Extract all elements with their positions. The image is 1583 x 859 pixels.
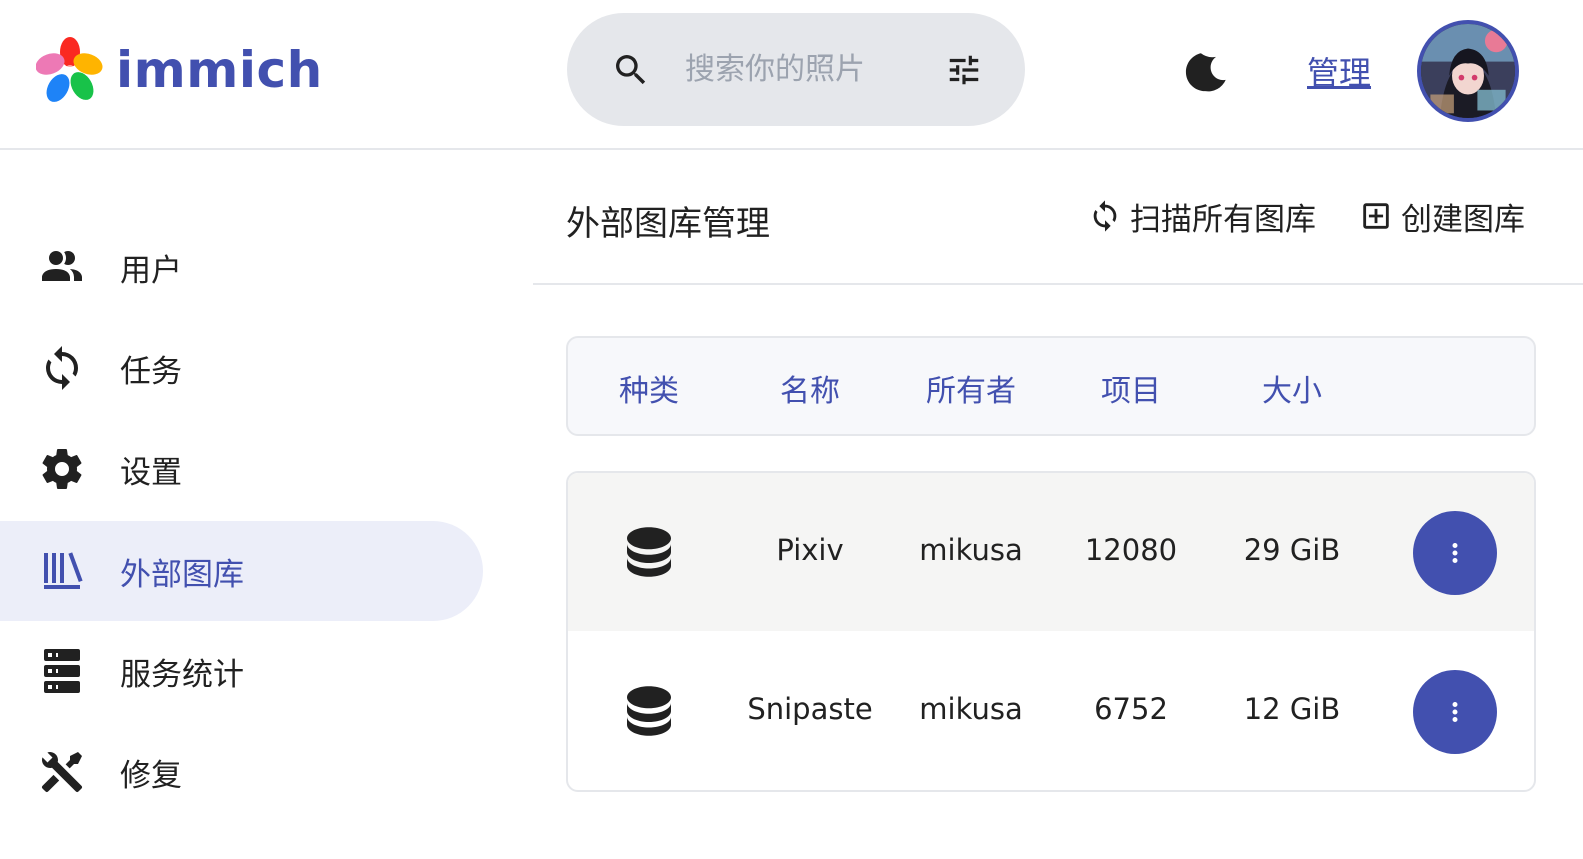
library-menu-button[interactable] (1413, 511, 1497, 595)
admin-link[interactable]: 管理 (1307, 48, 1371, 94)
column-header-owner: 所有者 (926, 374, 1016, 409)
library-item-count: 6752 (1094, 692, 1168, 726)
tools-icon (41, 752, 83, 793)
app-name: immich (116, 41, 323, 99)
moon-icon[interactable] (1184, 49, 1230, 95)
column-header-type: 种类 (619, 374, 679, 409)
search-icon[interactable] (611, 50, 651, 90)
gear-icon (42, 449, 82, 489)
create-library-button[interactable]: 创建图库 (1359, 194, 1525, 238)
sync-icon (46, 346, 78, 390)
table-header: 种类 名称 所有者 项目 大小 (566, 336, 1536, 436)
sync-icon (1093, 200, 1117, 232)
sidebar-item-label: 用户 (120, 252, 182, 289)
library-owner: mikusa (919, 533, 1023, 567)
library-icon (44, 552, 83, 589)
sidebar-item-jobs[interactable]: 任务 (0, 318, 483, 418)
search-bar[interactable] (567, 13, 1025, 126)
tune-icon[interactable] (945, 51, 983, 89)
immich-logo-icon (36, 37, 103, 102)
page-title: 外部图库管理 (566, 204, 770, 244)
sidebar-item-label: 任务 (120, 353, 182, 390)
library-size: 29 GiB (1243, 533, 1341, 567)
scan-all-label: 扫描所有图库 (1130, 201, 1316, 238)
library-name: Snipaste (747, 692, 873, 726)
more-vertical-icon (1452, 543, 1458, 563)
database-icon (627, 686, 671, 736)
scan-all-libraries-button[interactable]: 扫描所有图库 (1088, 194, 1316, 238)
sidebar-item-repair[interactable]: 修复 (0, 722, 483, 822)
page-header: 外部图库管理 扫描所有图库 创建图库 (533, 152, 1583, 285)
library-owner: mikusa (919, 692, 1023, 726)
column-header-size: 大小 (1262, 374, 1322, 409)
top-bar: immich 管理 (0, 0, 1583, 150)
sidebar-item-label: 服务统计 (120, 656, 244, 693)
table-row: Snipaste mikusa 6752 12 GiB (568, 632, 1534, 790)
sidebar-item-users[interactable]: 用户 (0, 217, 483, 317)
table-row: Pixiv mikusa 12080 29 GiB (568, 473, 1534, 631)
avatar-image (1421, 24, 1515, 118)
sidebar-item-label: 外部图库 (120, 556, 244, 593)
immich-logo[interactable]: immich (36, 36, 323, 104)
users-icon (42, 250, 82, 281)
library-menu-button[interactable] (1413, 670, 1497, 754)
avatar[interactable] (1417, 20, 1519, 122)
create-library-label: 创建图库 (1401, 201, 1525, 238)
database-icon (627, 527, 671, 577)
sidebar-item-settings[interactable]: 设置 (0, 419, 483, 519)
library-item-count: 12080 (1084, 533, 1178, 567)
sidebar-item-external-libraries[interactable]: 外部图库 (0, 521, 483, 621)
library-size: 12 GiB (1243, 692, 1341, 726)
sidebar-item-label: 修复 (120, 757, 182, 794)
library-table: Pixiv mikusa 12080 29 GiB Snipaste mikus… (566, 471, 1536, 792)
main-content: 外部图库管理 扫描所有图库 创建图库 种类 名称 所有者 项目 大小 Pixiv… (533, 152, 1583, 859)
plus-box-icon (1363, 203, 1389, 229)
more-vertical-icon (1452, 702, 1458, 722)
search-input[interactable] (685, 45, 945, 93)
sidebar-item-server-stats[interactable]: 服务统计 (0, 621, 483, 721)
column-header-name: 名称 (780, 374, 840, 409)
column-header-items: 项目 (1101, 374, 1161, 409)
sidebar-item-label: 设置 (120, 454, 182, 491)
server-icon (44, 649, 80, 693)
library-name: Pixiv (776, 533, 844, 567)
sidebar: 用户 任务 设置 外部图库 服务统计 修复 (0, 152, 533, 859)
